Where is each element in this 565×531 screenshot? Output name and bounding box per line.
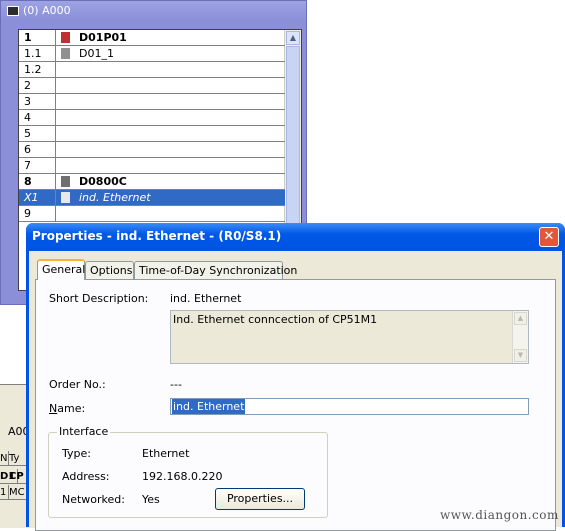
watermark: www.diangon.com: [440, 508, 559, 522]
rack-row[interactable]: 9: [19, 206, 285, 222]
properties-dialog: Properties - ind. Ethernet - (R0/S8.1) ✕…: [26, 223, 565, 531]
short-description-label: Short Description:: [49, 292, 149, 305]
scroll-up-icon[interactable]: ▲: [286, 31, 300, 45]
rack-module-cell[interactable]: [59, 94, 285, 109]
rack-slot-number: 6: [19, 142, 56, 157]
rack-module-cell[interactable]: [59, 206, 285, 221]
module-icon: [61, 48, 70, 59]
rack-row[interactable]: 6: [19, 142, 285, 158]
type-value: Ethernet: [142, 447, 190, 460]
rack-module-cell[interactable]: [59, 62, 285, 77]
rack-module-name: D0800C: [79, 175, 127, 188]
dialog-title: Properties - ind. Ethernet - (R0/S8.1): [32, 229, 282, 243]
rack-slot-number: 1: [19, 30, 56, 45]
rack-module-cell[interactable]: [59, 126, 285, 141]
dialog-titlebar[interactable]: Properties - ind. Ethernet - (R0/S8.1) ✕: [26, 223, 565, 251]
comment-scrollbar[interactable]: ▲ ▼: [512, 311, 528, 363]
rack-module-cell[interactable]: D0800C: [59, 174, 285, 189]
networked-value: Yes: [142, 493, 160, 506]
comment-text: Ind. Ethernet conncection of CP51M1: [173, 313, 378, 326]
tab-time-of-day-sync[interactable]: Time-of-Day Synchronization: [134, 261, 297, 279]
rack-module-name: D01_1: [79, 47, 114, 60]
rack-module-cell[interactable]: [59, 78, 285, 93]
rack-row[interactable]: 3: [19, 94, 285, 110]
rack-row[interactable]: 2: [19, 78, 285, 94]
rack-slot-number: 1.2: [19, 62, 56, 77]
rack-slot-number: 4: [19, 110, 56, 125]
rack-module-cell[interactable]: D01_1: [59, 46, 285, 61]
rack-window-title: (0) A000: [23, 4, 71, 17]
rack-slot-number: 1.1: [19, 46, 56, 61]
close-icon[interactable]: ✕: [539, 227, 559, 247]
rack-row[interactable]: 4: [19, 110, 285, 126]
rack-row[interactable]: 1.1 D01_1: [19, 46, 285, 62]
table-cell: 1: [0, 485, 9, 500]
rack-module-cell[interactable]: D01P01: [59, 30, 285, 45]
scroll-down-icon[interactable]: ▼: [514, 349, 527, 362]
rack-module-cell[interactable]: ind. Ethernet: [59, 190, 285, 205]
ethernet-icon: [61, 192, 70, 203]
rack-module-name: ind. Ethernet: [79, 191, 151, 204]
name-input-value: ind. Ethernet: [172, 399, 246, 414]
short-description-value: ind. Ethernet: [170, 292, 242, 305]
order-no-label: Order No.:: [49, 378, 106, 391]
address-label: Address:: [62, 470, 110, 483]
name-input[interactable]: ind. Ethernet: [170, 398, 529, 415]
rack-module-cell[interactable]: [59, 142, 285, 157]
rack-module-cell[interactable]: [59, 110, 285, 125]
interface-groupbox: Interface Type: Ethernet Address: 192.16…: [48, 425, 328, 518]
rack-row[interactable]: 5: [19, 126, 285, 142]
tab-general[interactable]: General: [37, 259, 85, 280]
name-label: Name:: [49, 402, 86, 415]
rack-slot-number: 9: [19, 206, 56, 221]
rack-row[interactable]: 1.2: [19, 62, 285, 78]
rack-module-cell[interactable]: [59, 158, 285, 173]
type-label: Type:: [62, 447, 91, 460]
rack-slot-number: 8: [19, 174, 56, 189]
cpu-icon: [61, 176, 70, 187]
tab-options[interactable]: Options: [85, 261, 134, 279]
properties-button[interactable]: Properties...: [215, 488, 305, 510]
rack-module-name: D01P01: [79, 31, 127, 44]
general-tab-panel: Short Description: ind. Ethernet Ind. Et…: [35, 279, 556, 531]
order-no-value: ---: [170, 378, 182, 391]
scroll-thumb[interactable]: [286, 46, 300, 226]
rack-slot-number: 7: [19, 158, 56, 173]
rack-slot-number: 2: [19, 78, 56, 93]
scroll-up-icon[interactable]: ▲: [514, 312, 527, 325]
rack-slot-number: 3: [19, 94, 56, 109]
rack-slot-number: X1: [19, 190, 56, 205]
rack-icon: [61, 32, 70, 43]
rack-window-titlebar[interactable]: (0) A000: [1, 1, 306, 21]
interface-legend: Interface: [57, 425, 111, 438]
rack-row[interactable]: 8 D0800C: [19, 174, 285, 190]
table-header: N: [0, 451, 9, 466]
networked-label: Networked:: [62, 493, 125, 506]
dialog-body: General Options Time-of-Day Synchronizat…: [29, 251, 562, 531]
rack-icon: [7, 6, 19, 16]
rack-row[interactable]: X1 ind. Ethernet: [19, 190, 285, 206]
rack-row[interactable]: 1 D01P01: [19, 30, 285, 46]
comment-textarea[interactable]: Ind. Ethernet conncection of CP51M1 ▲ ▼: [170, 310, 529, 364]
rack-slot-number: 5: [19, 126, 56, 141]
address-value: 192.168.0.220: [142, 470, 223, 483]
rack-row[interactable]: 7: [19, 158, 285, 174]
